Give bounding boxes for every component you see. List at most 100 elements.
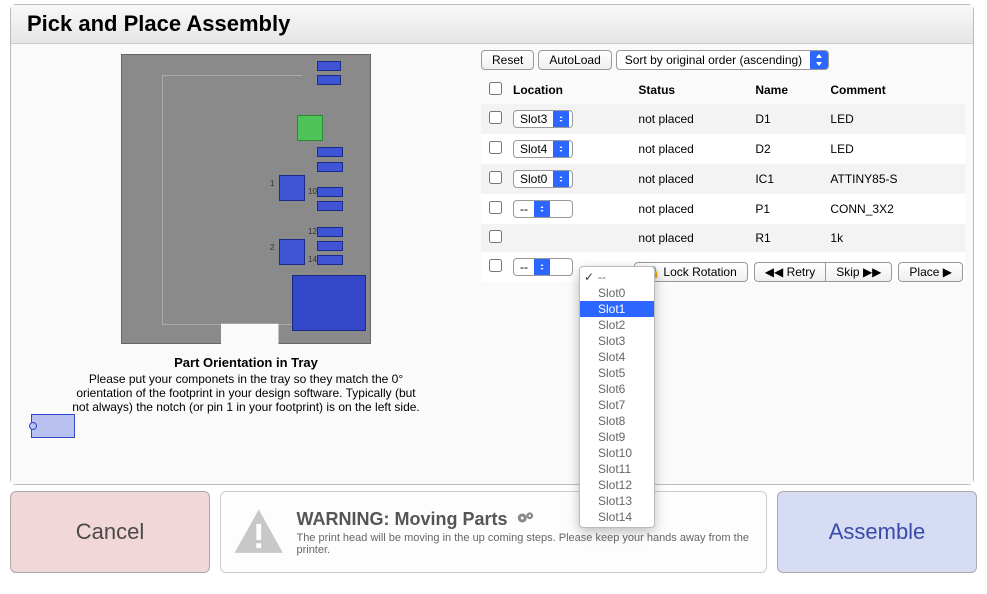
- tray-slot-label: 1: [270, 179, 274, 188]
- dropdown-option[interactable]: --: [580, 269, 654, 285]
- cell-status: not placed: [634, 134, 751, 164]
- cell-comment: LED: [826, 104, 965, 134]
- dropdown-option[interactable]: Slot7: [580, 397, 654, 413]
- sort-select-label: Sort by original order (ascending): [617, 51, 810, 69]
- dropdown-option[interactable]: Slot9: [580, 429, 654, 445]
- tray-slot-label: 14: [308, 255, 317, 264]
- cell-status: not placed: [634, 164, 751, 194]
- slot-select-value: Slot0: [514, 171, 553, 187]
- sort-select[interactable]: Sort by original order (ascending): [616, 50, 829, 70]
- assemble-button[interactable]: Assemble: [777, 491, 977, 573]
- tray-slot: [317, 187, 343, 197]
- table-header: Location Status Name Comment: [481, 76, 965, 104]
- table-row: --not placedP1CONN_3X2: [481, 194, 965, 224]
- cell-name: IC1: [751, 164, 826, 194]
- autoload-button[interactable]: AutoLoad: [538, 50, 611, 70]
- row-checkbox[interactable]: [489, 171, 502, 184]
- slot-select[interactable]: Slot4: [513, 140, 573, 158]
- tray-slot-large: [292, 275, 366, 331]
- cell-comment: 1k: [826, 224, 965, 252]
- row-checkbox[interactable]: [489, 111, 502, 124]
- dropdown-option[interactable]: Slot10: [580, 445, 654, 461]
- table-row: Slot4 not placedD2LED: [481, 134, 965, 164]
- slot-select-value: --: [514, 201, 534, 217]
- chevron-updown-icon: [810, 51, 828, 69]
- dropdown-option[interactable]: Slot5: [580, 365, 654, 381]
- dropdown-option[interactable]: Slot8: [580, 413, 654, 429]
- cell-status: not placed: [634, 104, 751, 134]
- dropdown-option[interactable]: Slot3: [580, 333, 654, 349]
- dropdown-option[interactable]: Slot14: [580, 509, 654, 525]
- tray-slot: [317, 61, 341, 71]
- slot-select-value: Slot4: [514, 141, 553, 157]
- cell-status: not placed: [634, 224, 751, 252]
- chevron-updown-icon: [553, 111, 569, 127]
- chevron-updown-icon: [553, 171, 569, 187]
- dropdown-option[interactable]: Slot6: [580, 381, 654, 397]
- chevron-updown-icon: [534, 259, 550, 275]
- place-button[interactable]: Place ▶: [898, 262, 963, 282]
- row-checkbox[interactable]: [489, 201, 502, 214]
- slot-select[interactable]: Slot0: [513, 170, 573, 188]
- cell-name: R1: [751, 224, 826, 252]
- tray-slot: [317, 241, 343, 251]
- cell-comment: ATTINY85-S: [826, 164, 965, 194]
- cell-name: D2: [751, 134, 826, 164]
- chevron-updown-icon: [534, 201, 550, 217]
- cell-name: D1: [751, 104, 826, 134]
- col-status: Status: [634, 76, 751, 104]
- tray-slot: [297, 115, 323, 141]
- warning-banner: WARNING: Moving Parts The print head wil…: [220, 491, 767, 573]
- dropdown-option[interactable]: Slot1: [580, 301, 654, 317]
- dropdown-option[interactable]: Slot13: [580, 493, 654, 509]
- cell-comment: LED: [826, 134, 965, 164]
- tray-slot-label: 10: [308, 187, 317, 196]
- cell-comment: CONN_3X2: [826, 194, 965, 224]
- dropdown-option[interactable]: Slot0: [580, 285, 654, 301]
- tray-diagram: 10121412: [121, 54, 371, 344]
- tray-slot: [317, 75, 341, 85]
- cancel-button[interactable]: Cancel: [10, 491, 210, 573]
- warning-title: WARNING: Moving Parts: [296, 509, 754, 530]
- dropdown-option[interactable]: Slot11: [580, 461, 654, 477]
- dropdown-option[interactable]: Slot12: [580, 477, 654, 493]
- row-checkbox[interactable]: [489, 230, 502, 243]
- warning-body: The print head will be moving in the up …: [296, 532, 754, 556]
- tray-slot: [317, 162, 343, 172]
- gear-icon: [517, 509, 535, 529]
- col-name: Name: [751, 76, 826, 104]
- slot-dropdown-popup[interactable]: --Slot0Slot1Slot2Slot3Slot4Slot5Slot6Slo…: [579, 266, 655, 528]
- tray-preview-pane: 10121412 Part Orientation in Tray Please…: [11, 44, 481, 420]
- tray-slot-label: 2: [270, 243, 274, 252]
- warning-triangle-icon: [233, 505, 284, 559]
- dropdown-option[interactable]: Slot2: [580, 317, 654, 333]
- tray-slot: [317, 201, 343, 211]
- col-comment: Comment: [826, 76, 965, 104]
- table-row: Slot3 not placedD1LED: [481, 104, 965, 134]
- chevron-updown-icon: [553, 141, 569, 157]
- tray-slot: [279, 239, 305, 265]
- retry-button[interactable]: ◀◀ Retry: [754, 262, 825, 282]
- page-title: Pick and Place Assembly: [11, 5, 973, 44]
- tray-slot: [317, 147, 343, 157]
- orientation-heading: Part Orientation in Tray: [67, 355, 425, 370]
- tray-slot: [317, 227, 343, 237]
- orientation-body: Please put your componets in the tray so…: [67, 372, 425, 414]
- tray-slot: [317, 255, 343, 265]
- table-row: Slot0 not placedIC1ATTINY85-S: [481, 164, 965, 194]
- reference-chip-icon: [31, 414, 75, 438]
- row-checkbox[interactable]: [489, 259, 502, 272]
- cell-name: P1: [751, 194, 826, 224]
- skip-button[interactable]: Skip ▶▶: [825, 262, 892, 282]
- slot-select[interactable]: --: [513, 200, 573, 218]
- row-checkbox[interactable]: [489, 141, 502, 154]
- dropdown-option[interactable]: Slot4: [580, 349, 654, 365]
- reset-button[interactable]: Reset: [481, 50, 534, 70]
- select-all-checkbox[interactable]: [489, 82, 502, 95]
- slot-select-value: Slot3: [514, 111, 553, 127]
- col-location: Location: [509, 76, 634, 104]
- tray-slot: [279, 175, 305, 201]
- slot-select-value: --: [514, 259, 534, 275]
- slot-select[interactable]: Slot3: [513, 110, 573, 128]
- slot-select[interactable]: --: [513, 258, 573, 276]
